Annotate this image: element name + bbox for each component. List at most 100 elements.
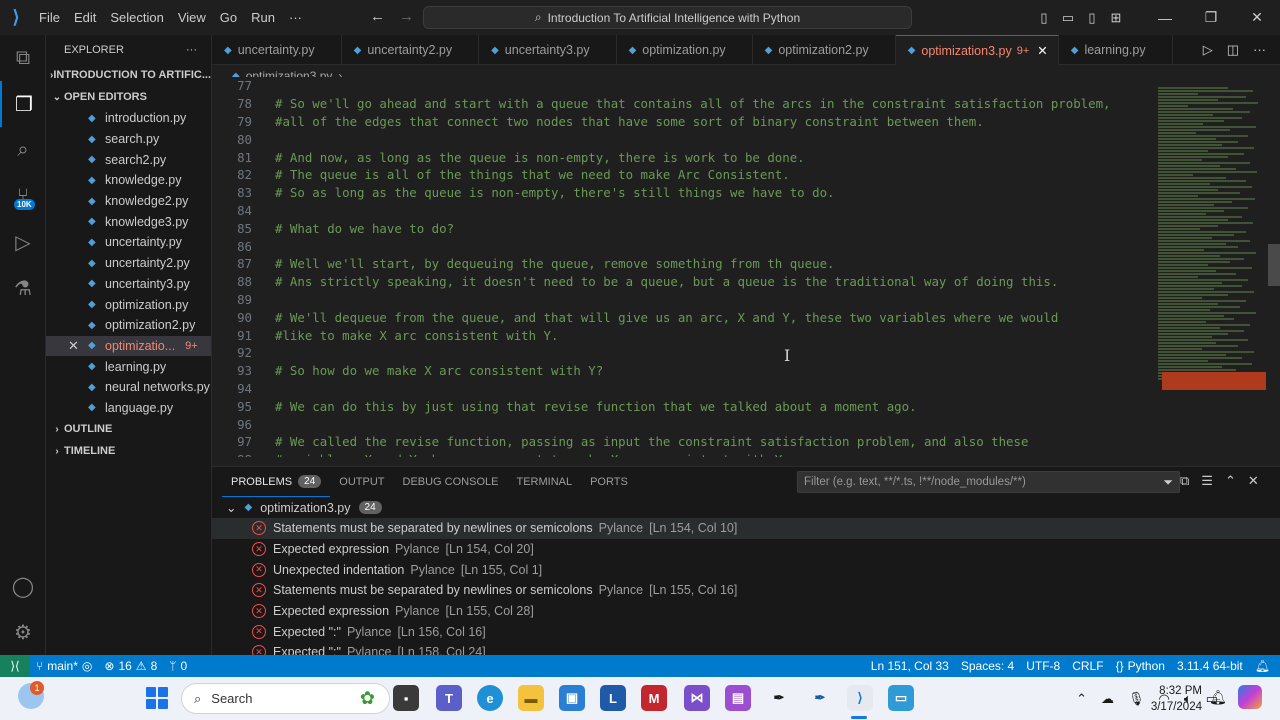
explorer-icon[interactable]: ❐ — [0, 81, 46, 127]
problems-status[interactable]: ⊗ 16 ⚠ 8 — [98, 659, 163, 673]
chevron-up-icon[interactable]: ⌃ — [1076, 691, 1087, 707]
customize-layout-icon[interactable]: ⊞ — [1104, 10, 1128, 26]
open-editor-item[interactable]: ◆ uncertainty3.py — [46, 274, 211, 295]
cursor-position[interactable]: Ln 151, Col 33 — [865, 659, 955, 673]
open-editor-item[interactable]: ◆ knowledge3.py — [46, 211, 211, 232]
open-editor-item[interactable]: ◆ uncertainty.py — [46, 232, 211, 253]
restore-icon[interactable]: ❐ — [1188, 9, 1234, 26]
testing-icon[interactable]: ⚗ — [0, 265, 46, 311]
end-of-line[interactable]: CRLF — [1066, 659, 1109, 673]
settings-gear-icon[interactable]: ⚙ — [0, 609, 46, 655]
toggle-panel-icon[interactable]: ▭ — [1056, 10, 1080, 26]
menu-go[interactable]: Go — [213, 10, 244, 25]
open-editor-item[interactable]: ✕ ◆ optimizatio... 9+ — [46, 335, 211, 357]
collapse-all-icon[interactable]: ⧉ — [1180, 473, 1189, 489]
visual-studio-icon[interactable]: ⋈ — [684, 685, 710, 711]
indentation[interactable]: Spaces: 4 — [955, 659, 1020, 673]
problems-file-group[interactable]: ⌄ ◆ optimization3.py 24 — [212, 497, 1280, 518]
menu-file[interactable]: File — [32, 10, 67, 25]
onedrive-icon[interactable]: ☁ — [1101, 691, 1114, 707]
editor-tab[interactable]: ◆ uncertainty3.py — [479, 35, 617, 65]
folder-section[interactable]: › INTRODUCTION TO ARTIFIC... — [46, 64, 211, 86]
close-tab-icon[interactable]: ✕ — [1037, 43, 1047, 58]
menu-run[interactable]: Run — [244, 10, 282, 25]
open-editor-item[interactable]: ◆ neural networks.py — [46, 377, 211, 398]
vscode-taskbar-icon[interactable]: ⟩ — [847, 685, 873, 711]
split-editor-icon[interactable]: ◫ — [1227, 42, 1239, 58]
tab-terminal[interactable]: TERMINAL — [507, 467, 581, 497]
edge-browser-icon[interactable]: e — [477, 685, 503, 711]
screen-app-icon[interactable]: ▭ — [888, 685, 914, 711]
editor-tab[interactable]: ◆ uncertainty2.py — [342, 35, 480, 65]
windows-start-icon[interactable] — [146, 687, 168, 709]
taskbar-clock[interactable]: 8:32 PM 3/17/2024 — [1150, 683, 1202, 715]
remote-icon[interactable]: ⟩⟨ — [0, 655, 30, 677]
tab-output[interactable]: OUTPUT — [330, 467, 393, 497]
close-window-icon[interactable]: ✕ — [1234, 9, 1280, 26]
editor-tab[interactable]: ◆ optimization2.py — [753, 35, 896, 65]
open-editor-item[interactable]: ◆ knowledge2.py — [46, 191, 211, 212]
open-editor-item[interactable]: ◆ introduction.py — [46, 108, 211, 129]
open-editor-item[interactable]: ◆ optimization.py — [46, 294, 211, 315]
forward-arrow-icon[interactable]: → — [399, 8, 414, 25]
python-interpreter[interactable]: 3.11.4 64-bit — [1171, 659, 1249, 673]
notification-center-icon[interactable]: 🔔︎ — [1209, 689, 1227, 706]
open-editor-item[interactable]: ◆ search2.py — [46, 149, 211, 170]
back-arrow-icon[interactable]: ← — [370, 8, 385, 25]
maximize-panel-icon[interactable]: ⌃ — [1225, 473, 1236, 489]
ports-status[interactable]: ᛘ 0 — [163, 659, 193, 673]
open-editor-item[interactable]: ◆ learning.py — [46, 356, 211, 377]
account-icon[interactable]: ◯ — [0, 563, 46, 609]
task-view-icon[interactable]: ▪ — [393, 685, 419, 711]
file-explorer-icon[interactable]: ▬ — [518, 685, 544, 711]
open-editor-item[interactable]: ◆ optimization2.py — [46, 315, 211, 336]
open-editor-item[interactable]: ◆ language.py — [46, 398, 211, 419]
toggle-sidebar-icon[interactable]: ▯ — [1032, 10, 1056, 26]
minimap[interactable] — [1158, 86, 1268, 466]
tab-problems[interactable]: PROBLEMS 24 — [222, 467, 331, 497]
copilot-icon[interactable] — [1238, 685, 1262, 709]
command-center-search[interactable]: ⌕ Introduction To Artificial Intelligenc… — [423, 6, 912, 29]
menu-more[interactable]: ··· — [282, 10, 309, 25]
menu-view[interactable]: View — [171, 10, 213, 25]
editor-tab[interactable]: ◆ learning.py — [1059, 35, 1173, 65]
branch-status[interactable]: ⑂ main* ◎ — [30, 659, 98, 673]
open-editor-item[interactable]: ◆ uncertainty2.py — [46, 253, 211, 274]
problem-row[interactable]: ✕ Statements must be separated by newline… — [212, 580, 1280, 601]
store-icon[interactable]: ▣ — [559, 685, 585, 711]
open-editor-item[interactable]: ◆ search.py — [46, 129, 211, 150]
language-mode[interactable]: {} Python — [1110, 659, 1171, 673]
problems-filter-input[interactable]: Filter (e.g. text, **/*.ts, !**/node_mod… — [797, 471, 1180, 493]
problem-row[interactable]: ✕ Expected expression Pylance [Ln 154, Col … — [212, 539, 1280, 560]
extensions-icon[interactable]: ⧉ — [0, 35, 46, 81]
menu-edit[interactable]: Edit — [67, 10, 103, 25]
source-control-icon[interactable]: ⑂ 10K — [0, 173, 46, 219]
tab-debug-console[interactable]: DEBUG CONSOLE — [394, 467, 508, 497]
run-python-icon[interactable]: ▷ — [1203, 42, 1213, 58]
tab-ports[interactable]: PORTS — [581, 467, 637, 497]
outline-section[interactable]: › OUTLINE — [46, 418, 211, 440]
view-as-list-icon[interactable]: ☰ — [1201, 473, 1213, 489]
code-editor[interactable]: 77 78 # So we'll go ahead and start with a… — [212, 77, 1158, 457]
problem-row[interactable]: ✕ Expected expression Pylance [Ln 155, Col … — [212, 601, 1280, 622]
explorer-more-icon[interactable]: ··· — [186, 44, 197, 56]
media-app-icon[interactable]: ▤ — [725, 685, 751, 711]
search-view-icon[interactable]: ⌕ — [0, 127, 46, 173]
teams-icon[interactable]: T — [436, 685, 462, 711]
editor-tab[interactable]: ◆ optimization.py — [617, 35, 753, 65]
pen-app-2-icon[interactable]: ✒ — [807, 685, 833, 711]
editor-scroll-thumb[interactable] — [1268, 244, 1280, 286]
run-debug-icon[interactable]: ▷ — [0, 219, 46, 265]
editor-tab[interactable]: ◆ optimization3.py 9+ ✕ — [895, 35, 1059, 65]
mcafee-icon[interactable]: M — [641, 685, 667, 711]
open-editors-section[interactable]: ⌄ OPEN EDITORS — [46, 86, 211, 108]
close-editor-icon[interactable]: ✕ — [68, 338, 79, 354]
problem-row[interactable]: ✕ Unexpected indentation Pylance [Ln 155, C… — [212, 559, 1280, 580]
toggle-secondary-sidebar-icon[interactable]: ▯ — [1080, 10, 1104, 26]
microphone-icon[interactable]: 🎙︎ — [1128, 691, 1145, 707]
close-panel-icon[interactable]: ✕ — [1248, 473, 1259, 489]
open-editor-item[interactable]: ◆ knowledge.py — [46, 170, 211, 191]
pen-app-icon[interactable]: ✒ — [766, 685, 792, 711]
problem-row[interactable]: ✕ Expected ":" Pylance [Ln 156, Col 16] — [212, 621, 1280, 642]
editor-tab[interactable]: ◆ uncertainty.py — [212, 35, 342, 65]
